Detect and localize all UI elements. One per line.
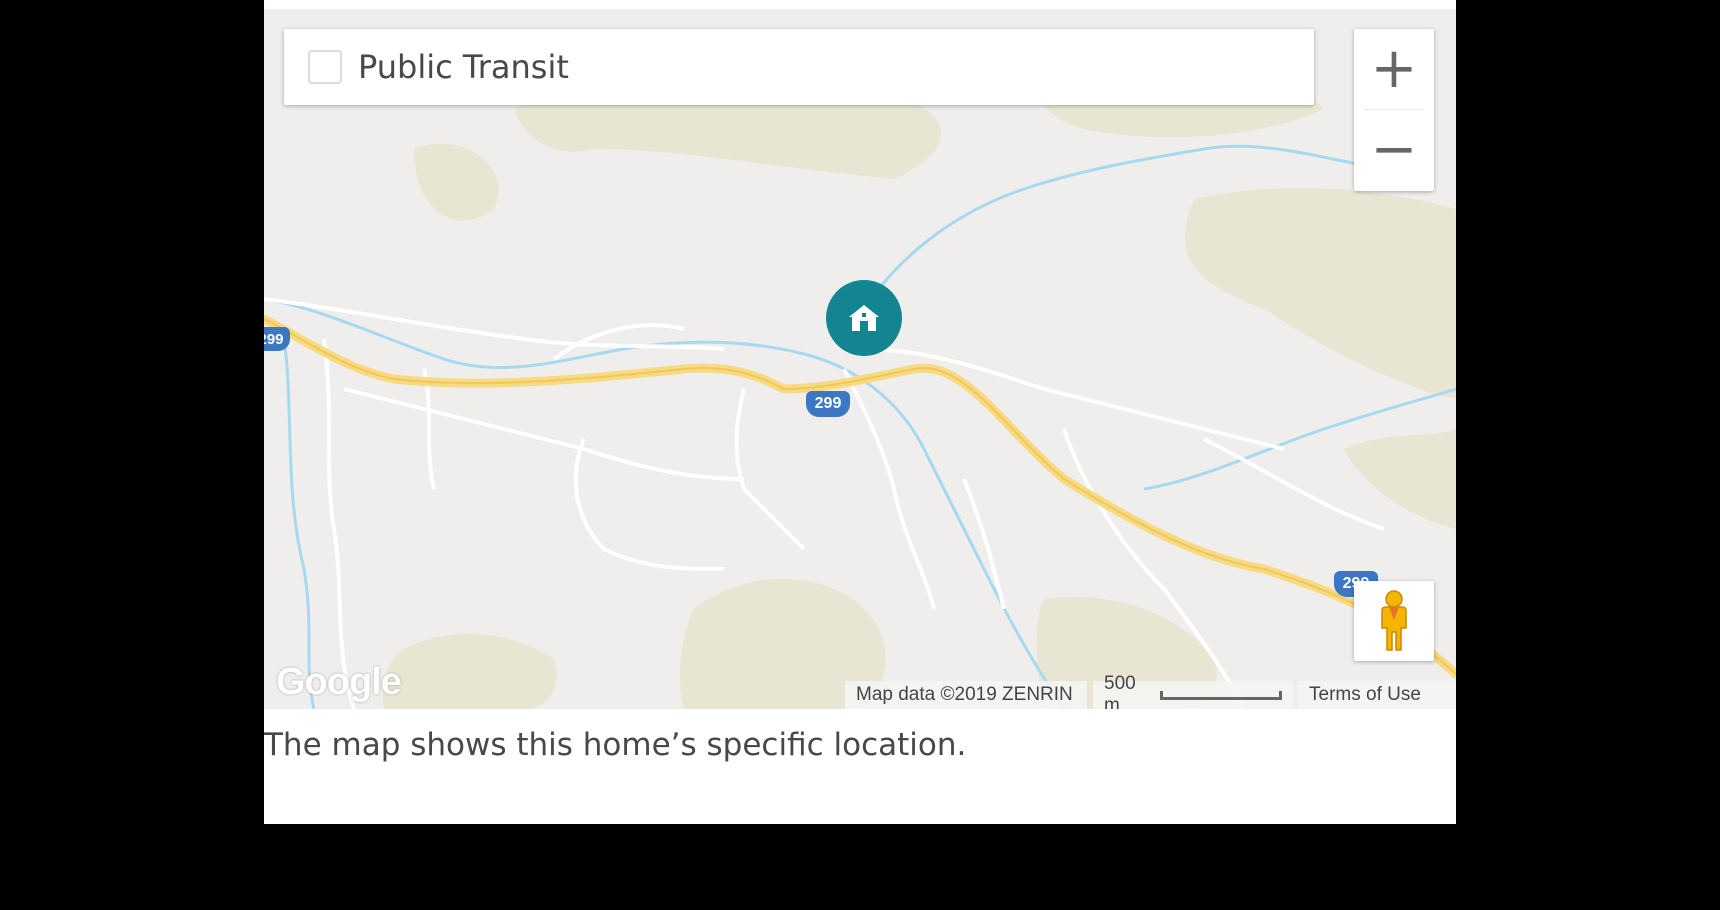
map-base: [264, 48, 1456, 709]
route-shield-299: 299: [264, 327, 290, 351]
google-logo: Google: [276, 661, 402, 703]
river: [282, 338, 316, 709]
zoom-out-button[interactable]: −: [1354, 110, 1434, 190]
scale-bar: [1160, 690, 1282, 700]
park-area: [1184, 188, 1456, 399]
map-caption: The map shows this home’s specific locat…: [264, 727, 967, 763]
park-area: [382, 633, 557, 709]
public-transit-checkbox[interactable]: [308, 50, 342, 84]
park-area: [414, 143, 499, 221]
route-shield-299: 299: [806, 391, 850, 417]
street-view-pegman[interactable]: [1354, 581, 1434, 661]
terms-of-use-link[interactable]: Terms of Use: [1298, 681, 1456, 709]
map[interactable]: 299 299 299 Public Transit + −: [264, 9, 1456, 709]
map-attribution: Map data ©2019 ZENRIN: [845, 681, 1087, 709]
listing-panel: 299 299 299 Public Transit + −: [264, 0, 1456, 824]
map-data-text: Map data ©2019 ZENRIN: [856, 684, 1073, 705]
route-shield-label: 299: [814, 395, 842, 412]
public-transit-toggle[interactable]: Public Transit: [284, 29, 1314, 105]
plus-icon: +: [1370, 36, 1418, 101]
terms-label: Terms of Use: [1309, 684, 1421, 705]
public-transit-label: Public Transit: [358, 48, 569, 86]
park-area: [1344, 429, 1456, 529]
zoom-control: + −: [1354, 29, 1434, 191]
minus-icon: −: [1370, 117, 1418, 182]
house-icon: [849, 305, 879, 331]
zoom-in-button[interactable]: +: [1354, 29, 1434, 109]
map-scale[interactable]: 500 m: [1093, 673, 1293, 709]
scale-label: 500 m: [1104, 673, 1136, 709]
route-shield-label: 299: [264, 330, 284, 348]
pegman-icon: [1381, 590, 1407, 651]
home-marker[interactable]: [826, 280, 902, 356]
